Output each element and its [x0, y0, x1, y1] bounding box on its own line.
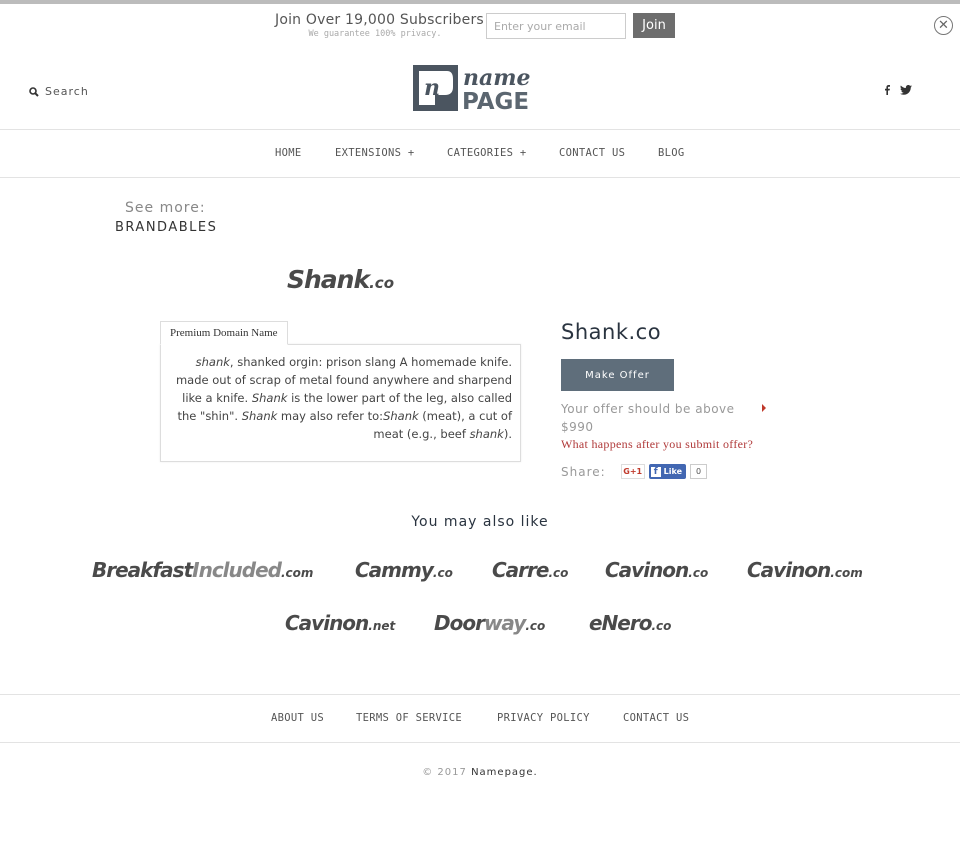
offer-note: Your offer should be above $990	[561, 402, 735, 434]
search-label: Search	[45, 85, 89, 98]
copyright: © 2017 Namepage.	[0, 767, 960, 778]
rec-tld: .co	[525, 619, 546, 633]
google-plus-button[interactable]: G+1	[620, 464, 645, 479]
domain-logo-tld: .co	[369, 274, 395, 292]
rec-name-light: way	[483, 611, 526, 635]
facebook-like-button[interactable]: f Like	[648, 464, 687, 479]
domain-description: shank, shanked orgin: prison slang A hom…	[160, 344, 521, 462]
svg-text:n: n	[424, 75, 440, 101]
product-title: Shank.co	[561, 320, 662, 344]
rec-item[interactable]: Cavinon.net	[285, 611, 395, 635]
desc-italic: shank	[469, 427, 504, 441]
search-icon	[29, 86, 39, 97]
nav-contact-us[interactable]: CONTACT US	[559, 147, 625, 159]
footer-nav: ABOUT US TERMS OF SERVICE PRIVACY POLICY…	[0, 694, 960, 743]
footer-about-us[interactable]: ABOUT US	[271, 712, 324, 724]
rec-tld: .com	[280, 566, 314, 580]
site-logo[interactable]: n name PAGE	[413, 65, 549, 115]
recommendations-heading: You may also like	[411, 514, 549, 530]
rec-item[interactable]: Cavinon.com	[747, 558, 863, 582]
main-nav: HOME EXTENSIONS + CATEGORIES + CONTACT U…	[0, 129, 960, 178]
desc-text: ).	[503, 427, 512, 441]
subscribe-bar: Join Over 19,000 Subscribers We guarante…	[0, 12, 960, 42]
rec-item[interactable]: eNero.co	[589, 611, 671, 635]
desc-italic: Shank	[241, 409, 278, 423]
join-button[interactable]: Join	[633, 13, 675, 38]
rec-name: Door	[434, 611, 485, 635]
subscribe-text: Join Over 19,000 Subscribers We guarante…	[275, 12, 484, 39]
tab-premium-domain[interactable]: Premium Domain Name	[160, 321, 288, 345]
rec-item[interactable]: Cammy.co	[355, 558, 453, 582]
desc-italic: shank	[195, 355, 230, 369]
domain-logo-name: Shank	[287, 265, 370, 294]
nav-categories[interactable]: CATEGORIES +	[447, 147, 526, 159]
close-icon[interactable]: ✕	[934, 16, 953, 35]
rec-tld: .co	[432, 566, 453, 580]
copyright-brand-link[interactable]: Namepage.	[471, 767, 538, 778]
fb-like-label: Like	[663, 467, 683, 476]
rec-name: Cavinon	[605, 558, 689, 582]
copyright-year: © 2017	[422, 767, 467, 778]
search-button[interactable]: Search	[29, 85, 89, 98]
rec-name: Cavinon	[747, 558, 831, 582]
caret-right-icon[interactable]	[762, 404, 766, 412]
subscribe-title: Join Over 19,000 Subscribers	[275, 12, 484, 28]
social-links	[884, 85, 912, 95]
footer-privacy[interactable]: PRIVACY POLICY	[497, 712, 590, 724]
rec-name: Carre	[492, 558, 549, 582]
rec-tld: .co	[651, 619, 672, 633]
rec-item[interactable]: BreakfastIncluded.com	[92, 558, 313, 582]
top-bar	[0, 0, 960, 4]
share-row: Share: G+1 f Like 0	[561, 464, 708, 479]
footer-contact-us[interactable]: CONTACT US	[623, 712, 689, 724]
rec-tld: .co	[688, 566, 709, 580]
desc-italic: Shank	[383, 409, 419, 423]
rec-tld: .co	[548, 566, 569, 580]
nav-blog[interactable]: BLOG	[658, 147, 685, 159]
rec-name: eNero	[589, 611, 652, 635]
rec-name: Breakfast	[92, 558, 193, 582]
desc-text: may also refer to:	[277, 409, 384, 423]
rec-name: Cavinon	[285, 611, 369, 635]
desc-italic: Shank	[251, 391, 288, 405]
twitter-icon[interactable]	[900, 85, 912, 95]
nav-extensions[interactable]: EXTENSIONS +	[335, 147, 414, 159]
rec-name-light: Included	[192, 558, 282, 582]
fb-like-count: 0	[690, 464, 708, 479]
svg-text:name: name	[463, 65, 531, 91]
rec-tld: .com	[830, 566, 863, 580]
namepage-logo-icon: n name PAGE	[413, 65, 531, 115]
rec-tld: .net	[368, 619, 396, 633]
privacy-note: We guarantee 100% privacy.	[308, 29, 442, 39]
see-more-label: See more:	[125, 200, 206, 216]
share-label: Share:	[561, 464, 606, 479]
svg-text:PAGE: PAGE	[462, 89, 529, 111]
rec-item[interactable]: Cavinon.co	[605, 558, 708, 582]
rec-item[interactable]: Doorway.co	[434, 611, 545, 635]
domain-logo: Shank.co	[287, 265, 394, 294]
make-offer-button[interactable]: Make Offer	[561, 359, 674, 391]
rec-name: Cammy	[355, 558, 434, 582]
facebook-icon[interactable]	[884, 85, 890, 95]
email-input[interactable]	[486, 13, 626, 39]
rec-item[interactable]: Carre.co	[492, 558, 568, 582]
what-happens-link[interactable]: What happens after you submit offer?	[561, 437, 753, 452]
category-link[interactable]: BRANDABLES	[115, 220, 217, 235]
nav-home[interactable]: HOME	[275, 147, 302, 159]
footer-terms[interactable]: TERMS OF SERVICE	[356, 712, 462, 724]
facebook-icon: f	[650, 466, 661, 477]
